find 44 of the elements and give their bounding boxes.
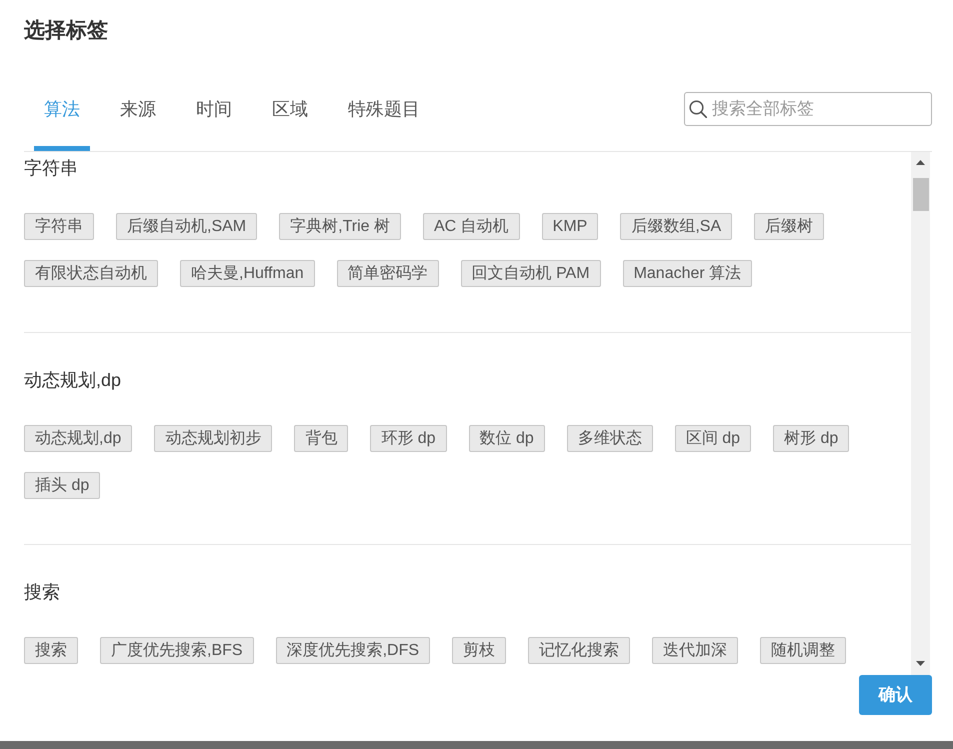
search-field[interactable]: 搜索全部标签 — [684, 92, 932, 126]
scroll-down-arrow-icon[interactable] — [916, 661, 925, 666]
tag-chip[interactable]: 随机调整 — [760, 637, 846, 664]
dialog-title: 选择标签 — [24, 18, 108, 44]
tag-chip[interactable]: 环形 dp — [370, 425, 446, 452]
tag-chip[interactable]: 后缀数组,SA — [620, 213, 732, 240]
tag-chip[interactable]: 剪枝 — [452, 637, 506, 664]
tab[interactable]: 算法 — [34, 85, 90, 151]
scroll-up-arrow-icon[interactable] — [916, 160, 925, 165]
tag-chip[interactable]: 记忆化搜索 — [528, 637, 630, 664]
search-icon — [689, 100, 707, 118]
tag-chip[interactable]: 深度优先搜索,DFS — [276, 637, 430, 664]
tag-chip[interactable]: KMP — [542, 213, 598, 240]
tab[interactable]: 时间 — [186, 85, 242, 151]
tag-chip[interactable]: 搜索 — [24, 637, 78, 664]
tag-chip[interactable]: AC 自动机 — [422, 213, 520, 240]
tag-chip[interactable]: 哈夫曼,Huffman — [180, 260, 315, 287]
tag-chip[interactable]: 插头 dp — [24, 472, 100, 499]
tag-chip[interactable]: 后缀自动机,SAM — [116, 213, 258, 240]
scrollbar[interactable] — [911, 152, 930, 675]
tag-chip[interactable]: 简单密码学 — [336, 260, 439, 287]
tag-chip[interactable]: 回文自动机 PAM — [460, 260, 601, 287]
scrollbar-thumb[interactable] — [912, 178, 928, 211]
section-heading: 字符串 — [24, 157, 78, 180]
tag-chip[interactable]: 广度优先搜索,BFS — [100, 637, 254, 664]
tag-chip[interactable]: 动态规划初步 — [154, 425, 272, 452]
tab[interactable]: 区域 — [262, 85, 318, 151]
section-heading: 搜索 — [24, 581, 60, 604]
tag-chip[interactable]: 字典树,Trie 树 — [279, 213, 401, 240]
section-heading: 动态规划,dp — [24, 369, 122, 392]
tag-chip[interactable]: 背包 — [294, 425, 348, 452]
tag-chip[interactable]: 字符串 — [24, 213, 94, 240]
tag-chip[interactable]: Manacher 算法 — [622, 260, 752, 287]
tag-chip[interactable]: 有限状态自动机 — [24, 260, 158, 287]
tab[interactable]: 来源 — [110, 85, 166, 151]
tag-chip[interactable]: 数位 dp — [468, 425, 545, 452]
tag-chip[interactable]: 迭代加深 — [652, 637, 738, 664]
tab[interactable]: 特殊题目 — [338, 85, 430, 151]
tag-chip[interactable]: 树形 dp — [773, 425, 850, 452]
tag-chip[interactable]: 区间 dp — [674, 425, 751, 452]
confirm-button[interactable]: 确认 — [859, 675, 932, 715]
tag-chip[interactable]: 后缀树 — [754, 213, 824, 240]
tag-chip[interactable]: 动态规划,dp — [24, 425, 132, 452]
tag-chip[interactable]: 多维状态 — [566, 425, 653, 452]
